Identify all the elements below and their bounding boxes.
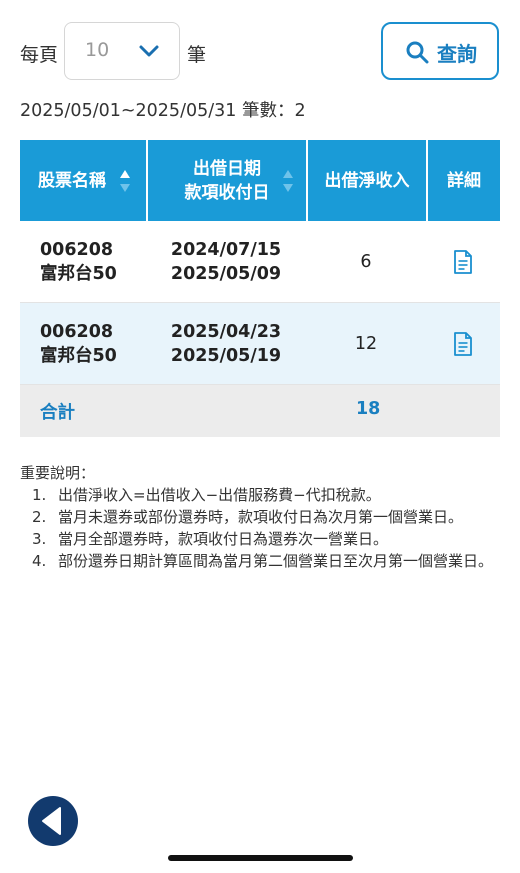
search-button[interactable]: 查詢 — [381, 22, 499, 80]
stock-cell: 006208 富邦台50 — [40, 221, 117, 303]
payment-date: 2025/05/09 — [170, 264, 282, 284]
note-item: 1. 出借淨收入=出借收入−出借服務費−代扣稅款。 — [20, 484, 500, 506]
note-item: 4. 部份還券日期計算區間為當月第二個營業日至次月第一個營業日。 — [20, 550, 500, 572]
stock-name: 富邦台50 — [40, 346, 117, 366]
header-lend-date-label: 出借日期 — [193, 158, 261, 179]
payment-date: 2025/05/19 — [170, 346, 282, 366]
notes-title: 重要說明： — [20, 464, 96, 482]
header-detail: 詳細 — [426, 140, 500, 221]
stock-code: 006208 — [40, 322, 114, 342]
note-text: 當月未還券或部份還券時，款項收付日為次月第一個營業日。 — [58, 508, 464, 526]
note-text: 出借淨收入=出借收入−出借服務費−代扣稅款。 — [58, 486, 381, 504]
header-net-income-label: 出借淨收入 — [324, 170, 410, 191]
header-net-income: 出借淨收入 — [306, 140, 426, 221]
note-number: 1. — [32, 486, 47, 504]
note-item: 3. 當月全部還券時，款項收付日為還券次一營業日。 — [20, 528, 500, 550]
header-detail-label: 詳細 — [447, 170, 481, 191]
table-row: 006208 富邦台50 2025/04/23 2025/05/19 12 — [20, 303, 500, 385]
note-text: 部份還券日期計算區間為當月第二個營業日至次月第一個營業日。 — [58, 552, 494, 570]
result-summary: 2025/05/01~2025/05/31 筆數：2 — [20, 101, 306, 121]
lend-date: 2024/07/15 — [170, 240, 282, 260]
notes-list: 1. 出借淨收入=出借收入−出借服務費−代扣稅款。 2. 當月未還券或部份還券時，款… — [20, 484, 500, 572]
note-text: 當月全部還券時，款項收付日為還券次一營業日。 — [58, 530, 389, 548]
stock-code: 006208 — [40, 240, 114, 260]
lending-table: 股票名稱 出借日期 款項收付日 出借淨收入 詳細 006208 富邦台50 20… — [20, 140, 500, 437]
note-number: 2. — [32, 508, 47, 526]
header-payment-date-label: 款項收付日 — [184, 182, 270, 203]
search-icon — [406, 41, 429, 64]
lend-date: 2025/04/23 — [170, 322, 282, 342]
home-indicator — [168, 855, 353, 861]
filter-bar: 每頁 10 筆 查詢 — [0, 0, 520, 104]
per-page-value: 10 — [85, 39, 110, 61]
per-page-select[interactable]: 10 — [64, 22, 180, 80]
chevron-down-icon — [139, 45, 159, 57]
stock-cell: 006208 富邦台50 — [40, 303, 117, 385]
stock-name: 富邦台50 — [40, 264, 117, 284]
total-label: 合計 — [40, 403, 75, 423]
header-stock-name[interactable]: 股票名稱 — [20, 140, 146, 221]
per-page-label: 每頁 — [20, 44, 59, 66]
header-dates[interactable]: 出借日期 款項收付日 — [146, 140, 306, 221]
totals-row: 合計 18 — [20, 385, 500, 437]
header-stock-name-label: 股票名稱 — [38, 170, 106, 191]
per-page-unit: 筆 — [187, 44, 207, 66]
note-number: 4. — [32, 552, 47, 570]
net-income-cell: 12 — [354, 334, 378, 354]
sort-icon — [120, 170, 130, 192]
date-cell: 2024/07/15 2025/05/09 — [146, 221, 306, 303]
document-icon[interactable] — [453, 250, 473, 274]
sort-icon — [283, 170, 293, 192]
back-arrow-icon — [42, 807, 61, 835]
search-button-label: 查詢 — [437, 44, 477, 66]
important-notes: 重要說明： 1. 出借淨收入=出借收入−出借服務費−代扣稅款。 2. 當月未還券或部… — [20, 462, 500, 572]
total-value: 18 — [356, 399, 381, 419]
note-number: 3. — [32, 530, 47, 548]
net-income-cell: 6 — [360, 252, 372, 272]
date-cell: 2025/04/23 2025/05/19 — [146, 303, 306, 385]
table-row: 006208 富邦台50 2024/07/15 2025/05/09 6 — [20, 221, 500, 303]
note-item: 2. 當月未還券或部份還券時，款項收付日為次月第一個營業日。 — [20, 506, 500, 528]
back-button[interactable] — [28, 796, 78, 846]
table-header: 股票名稱 出借日期 款項收付日 出借淨收入 詳細 — [20, 140, 500, 221]
document-icon[interactable] — [453, 332, 473, 356]
